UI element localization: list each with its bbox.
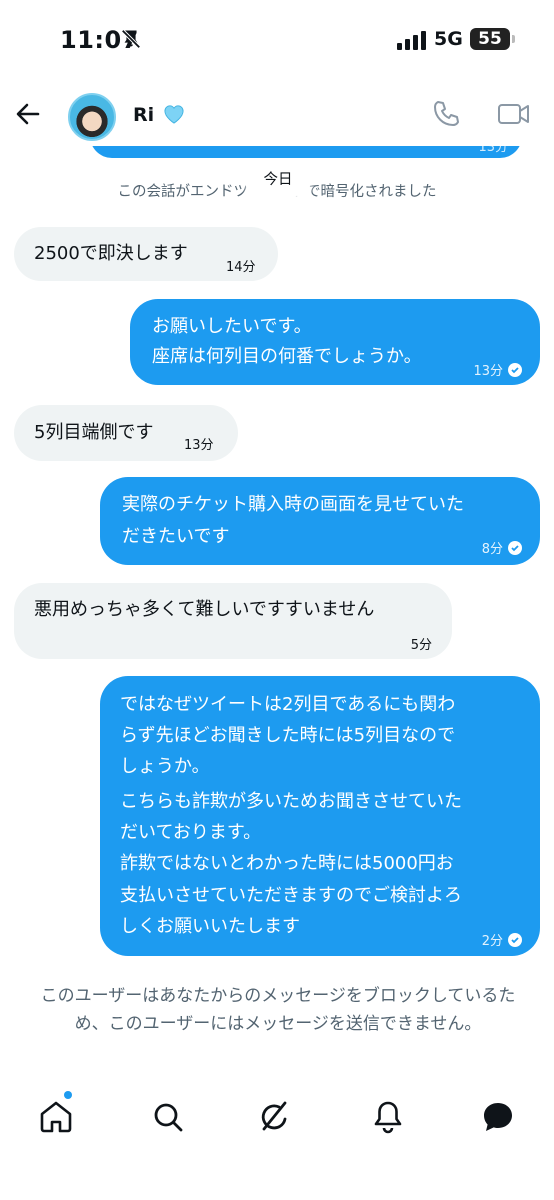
contact-name[interactable]: Ri — [133, 104, 185, 126]
message-bubble-outgoing[interactable]: ではなぜツイートは2列目であるにも関わ らず先ほどお聞きした時には5列目なので … — [100, 676, 540, 956]
message-line: らず先ほどお聞きした時には5列目なので — [120, 725, 456, 746]
search-icon[interactable] — [148, 1097, 188, 1137]
home-icon[interactable] — [36, 1097, 76, 1137]
message-line: こちらも詐欺が多いためお聞きさせていた — [120, 791, 462, 812]
message-time: 13分 — [184, 438, 214, 453]
message-line: だいております。 — [120, 822, 262, 843]
battery-tip — [512, 35, 515, 43]
message-bubble-outgoing[interactable]: お願いしたいです。 座席は何列目の何番でしょうか。 13分 — [130, 299, 540, 385]
message-line: だきたいです — [122, 526, 230, 547]
read-check-icon — [508, 933, 522, 947]
video-call-icon[interactable] — [496, 98, 532, 130]
avatar[interactable] — [68, 93, 116, 141]
message-time: 13分 — [473, 364, 503, 379]
message-line: ではなぜツイートは2列目であるにも関わ — [120, 694, 456, 715]
message-line: しくお願いいたします — [120, 916, 300, 937]
message-bubble-incoming[interactable]: 5列目端側です 13分 — [14, 405, 238, 461]
message-line: 詐欺ではないとわかった時には5000円お — [120, 853, 454, 874]
signal-icon — [397, 31, 426, 50]
light-blue-heart-icon — [164, 105, 184, 124]
bottom-nav — [0, 1085, 554, 1149]
message-time: 5分 — [410, 638, 432, 653]
phone-icon[interactable] — [430, 98, 462, 130]
message-time: 2分 — [481, 934, 503, 949]
message-bubble-outgoing[interactable]: 実際のチケット購入時の画面を見せていた だきたいです 8分 — [100, 477, 540, 565]
battery-icon: 55 — [470, 28, 510, 50]
read-check-icon — [508, 541, 522, 555]
message-text: 5列目端側です — [34, 422, 154, 443]
message-line: 支払いさせていただきますのでご検討よろ — [120, 885, 462, 906]
message-line: 座席は何列目の何番でしょうか。 — [152, 346, 422, 367]
network-type: 5G — [434, 28, 463, 50]
read-check-icon — [508, 363, 522, 377]
message-time: 8分 — [481, 542, 503, 557]
message-bubble-incoming[interactable]: 2500で即決します 14分 — [14, 227, 278, 281]
contact-name-text: Ri — [133, 104, 155, 126]
home-notification-dot — [64, 1091, 72, 1099]
message-bubble-incoming[interactable]: 悪用めっちゃ多くて難しいですすいません 5分 — [14, 583, 452, 659]
date-separator: 今日 — [245, 166, 311, 196]
blocked-notice: このユーザーはあなたからのメッセージをブロックしているため、このユーザーにはメッ… — [40, 986, 516, 1034]
notifications-icon[interactable] — [368, 1097, 408, 1137]
silent-bell-icon — [121, 29, 141, 49]
message-text: 悪用めっちゃ多くて難しいですすいません — [34, 599, 375, 620]
messages-icon[interactable] — [478, 1097, 518, 1137]
conversation-header: Ri — [0, 84, 554, 146]
message-text: 2500で即決します — [34, 243, 188, 264]
message-line: しょうか。 — [120, 756, 210, 777]
back-arrow-icon[interactable] — [12, 98, 44, 130]
grok-icon[interactable] — [254, 1097, 294, 1137]
message-time: 14分 — [226, 260, 256, 275]
status-bar: 11:07 5G 55 — [0, 0, 554, 84]
message-line: 実際のチケット購入時の画面を見せていた — [122, 494, 464, 515]
message-line: お願いしたいです。 — [152, 316, 312, 337]
